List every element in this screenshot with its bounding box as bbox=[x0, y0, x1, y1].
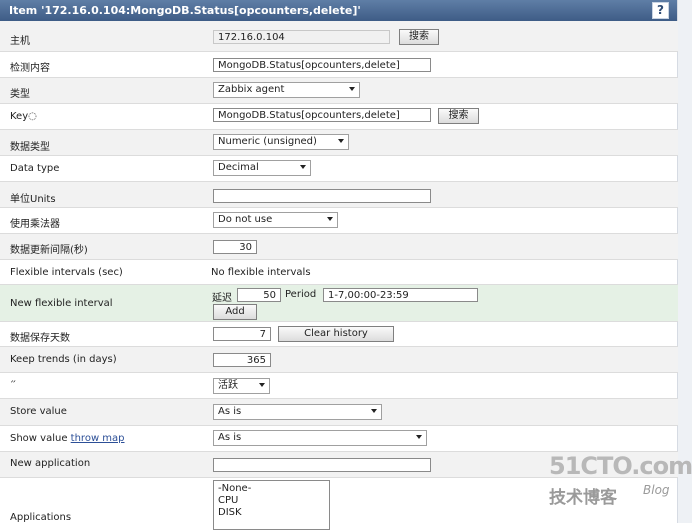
host-field: 172.16.0.104 bbox=[213, 30, 390, 44]
row-history: 数据保存天数 7 Clear history bbox=[0, 322, 678, 347]
new-flexible-period-label: Period bbox=[285, 289, 317, 300]
value-type-select[interactable]: Numeric (unsigned) bbox=[213, 134, 349, 150]
status-select-value: 活跃 bbox=[218, 380, 238, 391]
chevron-down-icon bbox=[349, 87, 355, 91]
chevron-down-icon bbox=[300, 165, 306, 169]
store-value-label: Store value bbox=[10, 406, 67, 417]
type-label: 类型 bbox=[10, 89, 30, 100]
row-data-type: Data type Decimal bbox=[0, 156, 678, 182]
show-value-select-value: As is bbox=[218, 432, 242, 443]
data-type-select-value: Decimal bbox=[218, 162, 259, 173]
key-input[interactable]: MongoDB.Status[opcounters,delete] bbox=[213, 108, 431, 122]
description-input[interactable]: MongoDB.Status[opcounters,delete] bbox=[213, 58, 431, 72]
show-value-label-wrap: Show value throw map bbox=[10, 433, 125, 444]
value-type-select-value: Numeric (unsigned) bbox=[218, 136, 317, 147]
trends-label: Keep trends (in days) bbox=[10, 354, 117, 365]
show-value-select[interactable]: As is bbox=[213, 430, 427, 446]
multiplier-select-value: Do not use bbox=[218, 214, 273, 225]
new-flexible-label: New flexible interval bbox=[10, 298, 113, 309]
watermark-sub-text: 技术博客 bbox=[549, 488, 617, 508]
history-input[interactable]: 7 bbox=[213, 327, 271, 341]
new-application-input[interactable] bbox=[213, 458, 431, 472]
row-key: Key◌ MongoDB.Status[opcounters,delete] 搜… bbox=[0, 104, 678, 130]
multiplier-label: 使用乘法器 bbox=[10, 219, 60, 230]
help-icon[interactable]: ? bbox=[652, 2, 669, 19]
applications-option[interactable]: DISK bbox=[218, 507, 325, 519]
row-host: 主机 172.16.0.104 搜索 bbox=[0, 21, 678, 52]
new-application-label: New application bbox=[10, 458, 91, 469]
data-type-select[interactable]: Decimal bbox=[213, 160, 311, 176]
new-flexible-period-input[interactable]: 1-7,00:00-23:59 bbox=[323, 288, 478, 302]
trends-input[interactable]: 365 bbox=[213, 353, 271, 367]
chevron-down-icon bbox=[259, 383, 265, 387]
history-label: 数据保存天数 bbox=[10, 333, 70, 344]
row-store-value: Store value As is bbox=[0, 399, 678, 426]
watermark-blog-text: Blog bbox=[643, 483, 670, 497]
type-select-value: Zabbix agent bbox=[218, 84, 285, 95]
row-status: ״ 活跃 bbox=[0, 373, 678, 399]
window-title: Item '172.16.0.104:MongoDB.Status[opcoun… bbox=[9, 4, 361, 17]
show-value-label: Show value bbox=[10, 433, 68, 444]
host-search-button[interactable]: 搜索 bbox=[399, 29, 439, 45]
units-input[interactable] bbox=[213, 189, 431, 203]
host-label: 主机 bbox=[10, 36, 30, 47]
row-description: 检测内容 MongoDB.Status[opcounters,delete] bbox=[0, 52, 678, 78]
status-select[interactable]: 活跃 bbox=[213, 378, 270, 394]
row-units: 单位Units bbox=[0, 182, 678, 208]
key-search-button[interactable]: 搜索 bbox=[438, 108, 479, 124]
chevron-down-icon bbox=[338, 139, 344, 143]
chevron-down-icon bbox=[416, 435, 422, 439]
delay-label: 数据更新间隔(秒) bbox=[10, 245, 88, 256]
applications-label: Applications bbox=[10, 512, 72, 523]
row-flexible-intervals: Flexible intervals (sec) No flexible int… bbox=[0, 260, 678, 285]
row-show-value: Show value throw map As is bbox=[0, 426, 678, 452]
row-type: 类型 Zabbix agent bbox=[0, 78, 678, 104]
description-label: 检测内容 bbox=[10, 63, 50, 74]
value-type-label: 数据类型 bbox=[10, 142, 50, 153]
chevron-down-icon bbox=[371, 409, 377, 413]
row-trends: Keep trends (in days) 365 bbox=[0, 347, 678, 373]
throw-map-link[interactable]: throw map bbox=[71, 433, 125, 444]
window-title-bar: Item '172.16.0.104:MongoDB.Status[opcoun… bbox=[0, 0, 692, 21]
flexible-intervals-label: Flexible intervals (sec) bbox=[10, 267, 123, 278]
units-label: 单位Units bbox=[10, 194, 56, 205]
row-multiplier: 使用乘法器 Do not use bbox=[0, 208, 678, 234]
data-type-label: Data type bbox=[10, 163, 60, 174]
watermark-logo: 51CTO.com 技术博客 Blog bbox=[545, 452, 692, 512]
add-flexible-button[interactable]: Add bbox=[213, 304, 257, 320]
flexible-intervals-value: No flexible intervals bbox=[211, 267, 311, 278]
multiplier-select[interactable]: Do not use bbox=[213, 212, 338, 228]
watermark-main-text: 51CTO.com bbox=[549, 452, 692, 480]
new-flexible-delay-input[interactable]: 50 bbox=[237, 288, 281, 302]
type-select[interactable]: Zabbix agent bbox=[213, 82, 360, 98]
clear-history-button[interactable]: Clear history bbox=[278, 326, 394, 342]
row-delay: 数据更新间隔(秒) 30 bbox=[0, 234, 678, 260]
new-flexible-delay-label: 延迟 bbox=[212, 293, 232, 304]
status-label: ״ bbox=[10, 378, 17, 389]
scrollbar[interactable] bbox=[677, 0, 692, 523]
delay-input[interactable]: 30 bbox=[213, 240, 257, 254]
row-value-type: 数据类型 Numeric (unsigned) bbox=[0, 130, 678, 156]
store-value-select[interactable]: As is bbox=[213, 404, 382, 420]
key-label: Key◌ bbox=[10, 111, 37, 122]
applications-option[interactable]: -None- bbox=[218, 483, 325, 495]
chevron-down-icon bbox=[327, 217, 333, 221]
applications-option[interactable]: CPU bbox=[218, 495, 325, 507]
row-new-flexible-interval: New flexible interval 延迟 50 Period 1-7,0… bbox=[0, 285, 678, 322]
store-value-select-value: As is bbox=[218, 406, 242, 417]
